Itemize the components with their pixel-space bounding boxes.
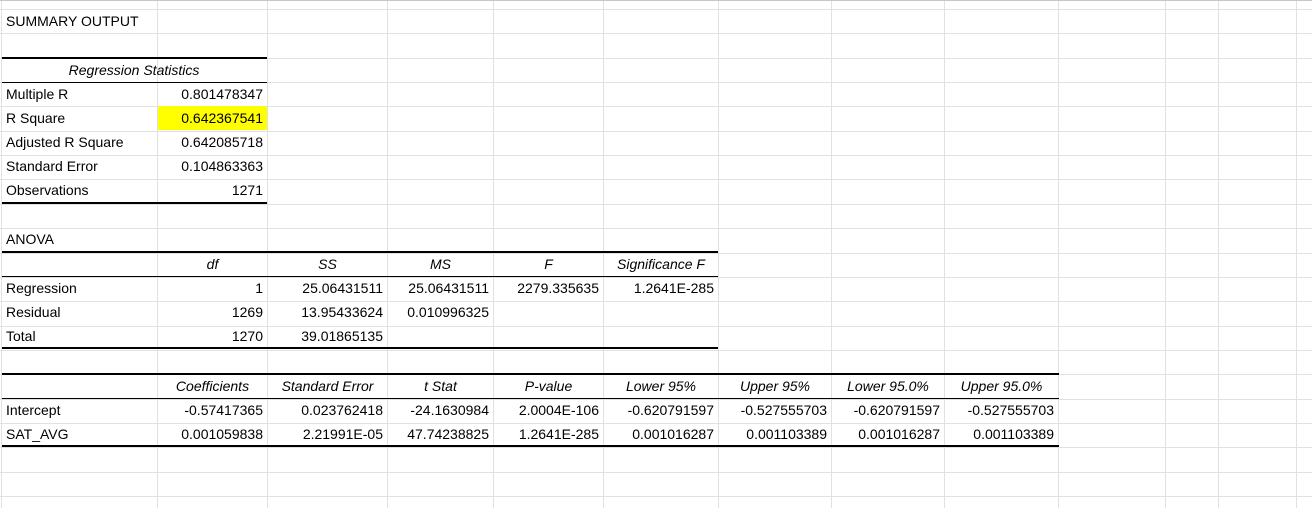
anova-header-df[interactable]: df [158, 252, 267, 276]
border-line [2, 251, 718, 253]
anova-header-significance-f[interactable]: Significance F [604, 252, 718, 276]
anova-cell[interactable]: 1.2641E-285 [604, 276, 718, 300]
column-header-strip [0, 0, 1312, 5]
coef-header[interactable]: t Stat [388, 374, 493, 398]
anova-row-label[interactable]: Regression [2, 276, 157, 300]
stat-label[interactable]: Observations [2, 178, 157, 202]
anova-cell[interactable]: 1270 [158, 324, 267, 348]
stat-label[interactable]: Multiple R [2, 82, 157, 106]
coef-cell[interactable]: -0.620791597 [832, 398, 944, 422]
summary-output-title[interactable]: SUMMARY OUTPUT [2, 9, 157, 33]
border-line [2, 82, 267, 83]
anova-cell[interactable]: 2279.335635 [494, 276, 603, 300]
r-square-value-highlighted[interactable]: 0.642367541 [158, 106, 267, 130]
stat-label[interactable]: Standard Error [2, 154, 157, 178]
anova-cell[interactable]: 25.06431511 [388, 276, 493, 300]
coef-cell[interactable]: 47.74238825 [388, 422, 493, 446]
coef-cell[interactable]: 0.001059838 [158, 422, 267, 446]
coef-row-label[interactable]: SAT_AVG [2, 422, 157, 446]
stat-value[interactable]: 0.801478347 [158, 82, 267, 106]
stat-value[interactable]: 0.104863363 [158, 154, 267, 178]
anova-title[interactable]: ANOVA [2, 227, 157, 251]
row-gridline [0, 472, 1312, 473]
coef-header[interactable]: Upper 95.0% [945, 374, 1058, 398]
stat-label[interactable]: R Square [2, 106, 157, 130]
border-line [2, 347, 718, 349]
anova-cell[interactable]: 1 [158, 276, 267, 300]
anova-cell[interactable]: 39.01865135 [268, 324, 387, 348]
coef-cell[interactable]: 0.023762418 [268, 398, 387, 422]
border-line [2, 202, 267, 204]
border-line [2, 373, 1059, 375]
anova-header-ms[interactable]: MS [388, 252, 493, 276]
coef-cell[interactable]: -0.527555703 [945, 398, 1058, 422]
regression-statistics-header[interactable]: Regression Statistics [2, 58, 266, 82]
anova-cell[interactable]: 25.06431511 [268, 276, 387, 300]
anova-cell[interactable]: 13.95433624 [268, 300, 387, 324]
anova-row-label[interactable]: Residual [2, 300, 157, 324]
anova-cell[interactable]: 1269 [158, 300, 267, 324]
column-gridline [1058, 0, 1059, 508]
coef-cell[interactable]: 0.001103389 [719, 422, 831, 446]
coef-cell[interactable]: 1.2641E-285 [494, 422, 603, 446]
coef-cell[interactable]: -0.620791597 [604, 398, 718, 422]
column-gridline [1296, 0, 1297, 508]
coef-cell[interactable]: -0.57417365 [158, 398, 267, 422]
coef-cell[interactable]: 0.001103389 [945, 422, 1058, 446]
row-gridline [0, 228, 1312, 229]
coef-cell[interactable]: -0.527555703 [719, 398, 831, 422]
border-line [2, 398, 1059, 399]
border-line [2, 57, 267, 59]
stat-value[interactable]: 0.642085718 [158, 130, 267, 154]
row-gridline [0, 350, 1312, 351]
coef-header[interactable]: Lower 95% [604, 374, 718, 398]
border-line [2, 276, 718, 277]
column-gridline [1218, 0, 1219, 508]
coef-header[interactable]: Coefficients [158, 374, 267, 398]
anova-row-label[interactable]: Total [2, 324, 157, 348]
coef-header[interactable]: P-value [494, 374, 603, 398]
column-gridline [1165, 0, 1166, 508]
coef-cell[interactable]: 2.21991E-05 [268, 422, 387, 446]
coef-cell[interactable]: 0.001016287 [832, 422, 944, 446]
anova-header-ss[interactable]: SS [268, 252, 387, 276]
anova-header-f[interactable]: F [494, 252, 603, 276]
border-line [2, 445, 1059, 447]
spreadsheet[interactable]: SUMMARY OUTPUT Regression Statistics Mul… [0, 0, 1312, 508]
row-gridline [0, 204, 1312, 205]
coef-header[interactable]: Upper 95% [719, 374, 831, 398]
row-gridline [0, 9, 1312, 10]
coef-row-label[interactable]: Intercept [2, 398, 157, 422]
coef-cell[interactable]: 2.0004E-106 [494, 398, 603, 422]
row-gridline [0, 447, 1312, 448]
coef-header[interactable]: Lower 95.0% [832, 374, 944, 398]
anova-cell[interactable]: 0.010996325 [388, 300, 493, 324]
coef-cell[interactable]: -24.1630984 [388, 398, 493, 422]
stat-label[interactable]: Adjusted R Square [2, 130, 157, 154]
coef-header[interactable]: Standard Error [268, 374, 387, 398]
coef-cell[interactable]: 0.001016287 [604, 422, 718, 446]
stat-value[interactable]: 1271 [158, 178, 267, 202]
row-gridline [0, 33, 1312, 34]
row-gridline [0, 496, 1312, 497]
